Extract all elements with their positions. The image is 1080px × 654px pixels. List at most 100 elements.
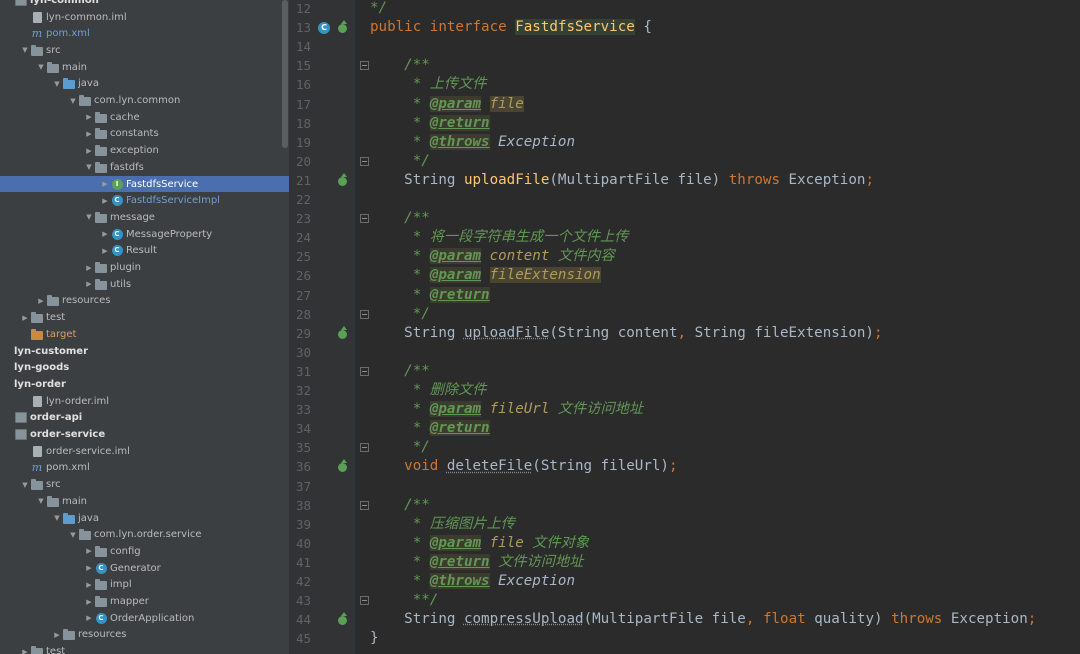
project-tree-panel[interactable]: lyn-common lyn-common.iml m pom.xml ▼ src ▼ mai… [0,0,289,654]
tree-item[interactable]: lyn-order [0,376,289,393]
code-line[interactable]: /** [370,362,430,381]
code-line[interactable]: } [370,629,379,648]
tree-item[interactable]: ▶ resources [0,627,289,644]
collapsed-arrow-icon[interactable]: ▶ [100,197,110,205]
code-line[interactable]: String uploadFile(String content, String… [370,324,882,343]
collapsed-arrow-icon[interactable]: ▶ [84,113,94,121]
tree-item[interactable]: ▶ test [0,309,289,326]
tree-item[interactable]: target [0,326,289,343]
tree-item[interactable]: ▶ C Generator [0,560,289,577]
tree-item[interactable]: ▼ java [0,510,289,527]
collapsed-arrow-icon[interactable]: ▶ [84,130,94,138]
collapsed-arrow-icon[interactable]: ▶ [84,547,94,555]
tree-item[interactable]: ▶ C OrderApplication [0,610,289,627]
code-line[interactable]: /** [370,496,430,515]
tree-item[interactable]: ▶ cache [0,109,289,126]
tree-item[interactable]: order-service [0,426,289,443]
tree-item[interactable]: ▶ C MessageProperty [0,226,289,243]
collapsed-arrow-icon[interactable]: ▶ [84,280,94,288]
tree-item[interactable]: ▼ com.lyn.common [0,92,289,109]
expanded-arrow-icon[interactable]: ▼ [20,481,30,489]
code-line[interactable]: */ [370,305,430,324]
code-line[interactable]: /** [370,209,430,228]
tree-item[interactable]: ▶ mapper [0,593,289,610]
tree-item[interactable]: ▼ main [0,59,289,76]
tree-item[interactable]: ▶ I FastdfsService [0,175,289,193]
code-line[interactable]: **/ [370,591,439,610]
code-line[interactable]: public interface FastdfsService { [370,18,652,37]
code-line[interactable]: */ [370,438,430,457]
collapsed-arrow-icon[interactable]: ▶ [100,230,110,238]
code-line[interactable]: * @param content 文件内容 [370,247,615,266]
code-line[interactable]: * @return [370,114,490,133]
collapsed-arrow-icon[interactable]: ▶ [84,264,94,272]
collapsed-arrow-icon[interactable]: ▶ [84,614,94,622]
expanded-arrow-icon[interactable]: ▼ [36,497,46,505]
code-line[interactable]: */ [370,152,430,171]
code-line[interactable]: void deleteFile(String fileUrl); [370,457,677,476]
code-line[interactable]: * @return 文件访问地址 [370,553,583,572]
tree-item[interactable]: ▼ message [0,209,289,226]
tree-item[interactable]: ▼ fastdfs [0,159,289,176]
code-line[interactable]: * @param file [370,95,524,114]
tree-item[interactable]: ▶ constants [0,126,289,143]
tree-item[interactable]: lyn-common.iml [0,9,289,26]
code-line[interactable]: * @return [370,419,490,438]
expanded-arrow-icon[interactable]: ▼ [52,514,62,522]
code-line[interactable]: * 压缩图片上传 [370,515,515,534]
fold-marker-icon[interactable] [360,443,369,453]
collapsed-arrow-icon[interactable]: ▶ [100,180,110,188]
tree-item[interactable]: ▶ C FastdfsServiceImpl [0,192,289,209]
implementing-class-icon[interactable]: C [318,22,330,35]
collapsed-arrow-icon[interactable]: ▶ [52,631,62,639]
collapsed-arrow-icon[interactable]: ▶ [84,598,94,606]
expanded-arrow-icon[interactable]: ▼ [84,213,94,221]
fold-marker-icon[interactable] [360,309,369,319]
code-line[interactable]: * @throws Exception [370,572,575,591]
tree-item[interactable]: ▼ src [0,476,289,493]
tree-item[interactable]: ▶ exception [0,142,289,159]
tree-item[interactable]: lyn-customer [0,343,289,360]
code-line[interactable]: /** [370,56,430,75]
implemented-method-icon[interactable] [338,325,347,339]
tree-item[interactable]: m pom.xml [0,460,289,477]
tree-item[interactable]: ▶ config [0,543,289,560]
tree-item[interactable]: ▼ src [0,42,289,59]
tree-item[interactable]: order-service.iml [0,443,289,460]
tree-item[interactable]: lyn-order.iml [0,393,289,410]
tree-item[interactable]: lyn-goods [0,359,289,376]
fold-marker-icon[interactable] [360,214,369,224]
fold-marker-icon[interactable] [360,156,369,166]
implemented-method-icon[interactable] [338,172,347,186]
expanded-arrow-icon[interactable]: ▼ [84,163,94,171]
expanded-arrow-icon[interactable]: ▼ [52,80,62,88]
implemented-method-icon[interactable] [338,459,347,473]
expanded-arrow-icon[interactable]: ▼ [36,63,46,71]
tree-item[interactable]: ▶ plugin [0,259,289,276]
collapsed-arrow-icon[interactable]: ▶ [20,314,30,322]
code-line[interactable]: String uploadFile(MultipartFile file) th… [370,171,874,190]
implemented-method-icon[interactable] [338,612,347,626]
code-editor[interactable]: */public interface FastdfsService { /** … [355,0,1080,654]
fold-marker-icon[interactable] [360,61,369,71]
code-line[interactable]: * 将一段字符串生成一个文件上传 [370,228,629,247]
tree-item[interactable]: ▶ test [0,643,289,654]
collapsed-arrow-icon[interactable]: ▶ [36,297,46,305]
code-line[interactable]: * @return [370,286,490,305]
tree-item[interactable]: ▶ C Result [0,243,289,260]
collapsed-arrow-icon[interactable]: ▶ [84,581,94,589]
code-line[interactable]: */ [370,0,387,18]
tree-item[interactable]: ▶ resources [0,293,289,310]
code-line[interactable]: String compressUpload(MultipartFile file… [370,610,1036,629]
tree-item[interactable]: ▼ main [0,493,289,510]
expanded-arrow-icon[interactable]: ▼ [68,97,78,105]
collapsed-arrow-icon[interactable]: ▶ [84,147,94,155]
editor-gutter[interactable]: 12 13 14 15 16 17 18 19 20 21 22 23 24 25 26 27 28 29 30 31… [289,0,355,654]
tree-item[interactable]: order-api [0,410,289,427]
code-line[interactable]: * @param fileExtension [370,266,601,285]
tree-item[interactable]: lyn-common [0,0,289,9]
code-line[interactable]: * @throws Exception [370,133,575,152]
code-line[interactable]: * 上传文件 [370,75,487,94]
expanded-arrow-icon[interactable]: ▼ [68,531,78,539]
fold-marker-icon[interactable] [360,596,369,606]
